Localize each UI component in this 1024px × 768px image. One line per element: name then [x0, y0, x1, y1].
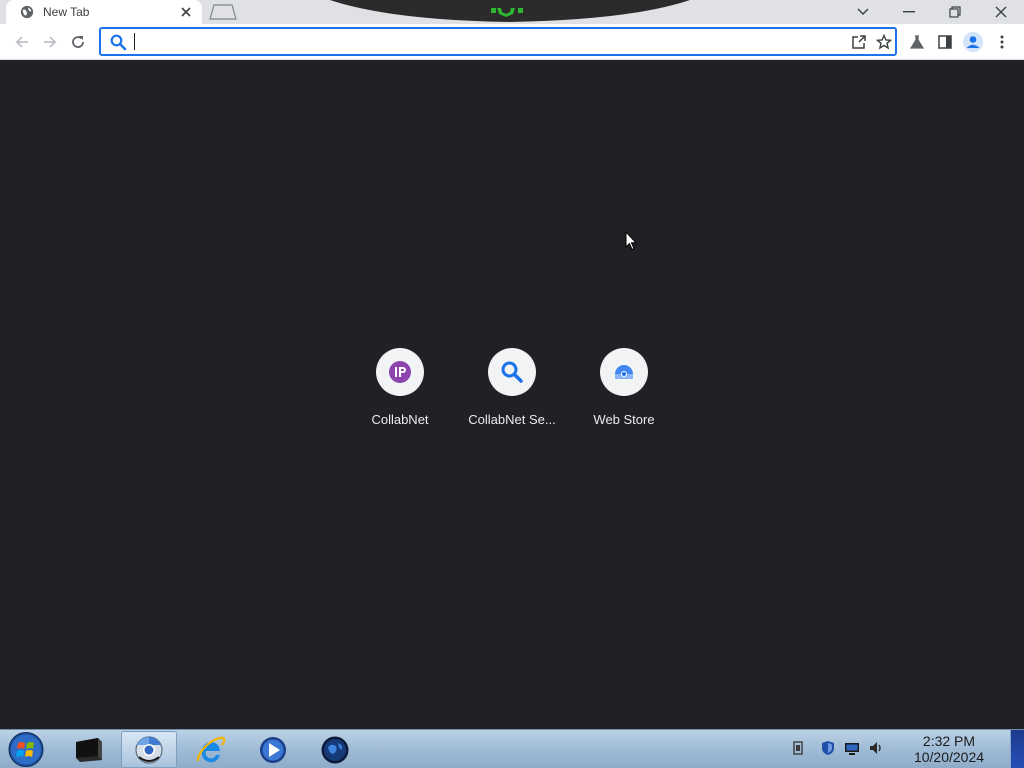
shortcut-tile [376, 348, 424, 396]
tray-usb-icon[interactable] [790, 740, 806, 756]
tab-strip: New Tab [0, 0, 1024, 24]
globe-icon [20, 5, 34, 19]
labs-flask-icon[interactable] [905, 30, 929, 54]
media-player-app-icon [260, 736, 286, 763]
back-arrow-icon[interactable] [10, 30, 34, 54]
shortcut-label: CollabNet [371, 412, 429, 427]
close-window-icon[interactable] [978, 0, 1024, 24]
clock-date: 10/20/2024 [913, 749, 985, 765]
network-globe-app-icon [321, 736, 349, 763]
reload-icon[interactable] [66, 30, 90, 54]
address-input[interactable] [133, 32, 833, 51]
shortcut-tile [600, 348, 648, 396]
bookmark-star-icon[interactable] [874, 32, 894, 52]
browser-toolbar [0, 24, 1024, 60]
terminal-app-icon [76, 737, 102, 762]
shortcut-tile [488, 348, 536, 396]
address-bar[interactable] [99, 27, 897, 56]
tab-close-icon[interactable] [178, 4, 194, 20]
network-globe-app-button[interactable] [307, 731, 363, 768]
magnifier-icon [501, 361, 523, 383]
shortcut-label: CollabNet Se... [468, 412, 556, 427]
start-button-icon[interactable] [6, 731, 46, 768]
tray-network-icon[interactable] [844, 740, 860, 756]
new-tab-button[interactable] [208, 4, 238, 20]
top-overlay-decoration [330, 0, 690, 22]
share-icon[interactable] [849, 32, 869, 52]
mouse-pointer-icon [625, 231, 637, 251]
internet-explorer-app-icon [196, 736, 226, 762]
more-menu-icon[interactable] [990, 30, 1014, 54]
tab-new-tab[interactable]: New Tab [6, 0, 202, 24]
chrome-app-icon [135, 735, 163, 764]
tray-volume-icon[interactable] [868, 740, 884, 756]
tab-search-chevron-icon[interactable] [840, 0, 886, 24]
taskbar: 2:32 PM 10/20/2024 [0, 729, 1024, 768]
shortcut-collabnet[interactable]: CollabNet [346, 348, 454, 438]
tray-shield-icon[interactable] [820, 740, 836, 756]
screen: New Tab CollabNet CollabNet Se... Web St… [0, 0, 1024, 768]
terminal-app-button[interactable] [60, 731, 116, 768]
web-store-icon [615, 365, 633, 379]
clock-time: 2:32 PM [922, 733, 976, 749]
tab-title: New Tab [43, 5, 90, 19]
profile-avatar-icon[interactable] [961, 30, 985, 54]
shortcut-collabnet-search[interactable]: CollabNet Se... [458, 348, 566, 438]
minimize-icon[interactable] [886, 0, 932, 24]
internet-explorer-app-button[interactable] [183, 731, 239, 768]
shortcut-label: Web Store [593, 412, 655, 427]
text-caret [134, 33, 135, 50]
show-desktop-button[interactable] [1010, 730, 1024, 768]
chrome-app-button[interactable] [121, 731, 177, 768]
media-player-app-button[interactable] [245, 731, 301, 768]
collabnet-ip-icon [389, 361, 411, 383]
search-icon [110, 34, 127, 51]
forward-arrow-icon[interactable] [38, 30, 62, 54]
restore-icon[interactable] [932, 0, 978, 24]
system-clock[interactable]: 2:32 PM 10/20/2024 [890, 733, 1008, 765]
side-panel-icon[interactable] [933, 30, 957, 54]
new-tab-page: CollabNet CollabNet Se... Web Store [0, 61, 1024, 729]
shortcut-web-store[interactable]: Web Store [570, 348, 678, 438]
